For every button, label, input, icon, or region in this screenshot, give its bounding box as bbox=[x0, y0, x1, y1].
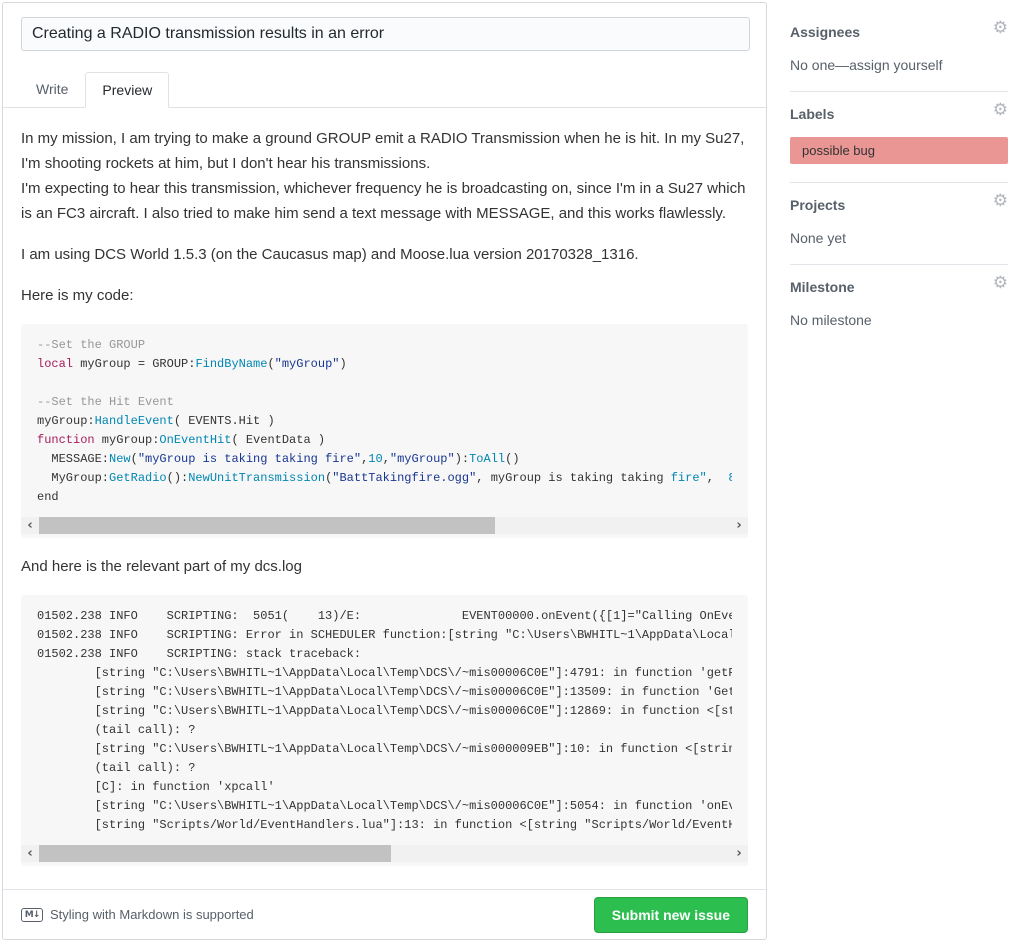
write-preview-tabs: Write Preview bbox=[3, 71, 766, 108]
body-paragraph-1: In my mission, I am trying to make a gro… bbox=[21, 126, 748, 226]
scroll-left-icon[interactable]: ‹ bbox=[21, 517, 39, 534]
scroll-right-icon[interactable]: › bbox=[730, 845, 748, 862]
scroll-left-icon[interactable]: ‹ bbox=[21, 845, 39, 862]
label-possible-bug[interactable]: possible bug bbox=[790, 137, 1008, 164]
tab-preview[interactable]: Preview bbox=[85, 72, 169, 108]
gear-icon[interactable]: ⚙ bbox=[993, 193, 1008, 210]
gear-icon[interactable]: ⚙ bbox=[993, 275, 1008, 292]
assignees-title: Assignees bbox=[790, 24, 1008, 40]
issue-sidebar: Assignees ⚙ No one—assign yourself Label… bbox=[790, 10, 1008, 346]
sidebar-section-assignees: Assignees ⚙ No one—assign yourself bbox=[790, 10, 1008, 92]
assignees-value[interactable]: No one—assign yourself bbox=[790, 57, 1008, 73]
log-block-content: 01502.238 INFO SCRIPTING: 5051( 13)/E: E… bbox=[37, 607, 732, 835]
body-paragraph-2: I am using DCS World 1.5.3 (on the Cauca… bbox=[21, 242, 748, 267]
milestone-title: Milestone bbox=[790, 279, 1008, 295]
submit-new-issue-button[interactable]: Submit new issue bbox=[594, 897, 748, 933]
log-scrollbar-track[interactable] bbox=[39, 845, 730, 862]
issue-title-input[interactable] bbox=[21, 17, 750, 51]
new-issue-card: Write Preview In my mission, I am trying… bbox=[2, 2, 767, 940]
scroll-right-icon[interactable]: › bbox=[730, 517, 748, 534]
projects-value: None yet bbox=[790, 230, 1008, 246]
log-scrollbar[interactable]: ‹ › bbox=[21, 845, 748, 862]
sidebar-section-labels: Labels ⚙ possible bug bbox=[790, 92, 1008, 183]
sidebar-section-milestone: Milestone ⚙ No milestone bbox=[790, 265, 1008, 346]
code-scrollbar[interactable]: ‹ › bbox=[21, 517, 748, 534]
body-paragraph-3: Here is my code: bbox=[21, 283, 748, 308]
gear-icon[interactable]: ⚙ bbox=[993, 102, 1008, 119]
tab-write[interactable]: Write bbox=[19, 71, 85, 107]
dcs-log-block: 01502.238 INFO SCRIPTING: 5051( 13)/E: E… bbox=[21, 595, 748, 866]
projects-title: Projects bbox=[790, 197, 1008, 213]
markdown-note[interactable]: M↓ Styling with Markdown is supported bbox=[21, 907, 254, 922]
preview-pane: In my mission, I am trying to make a gro… bbox=[3, 108, 766, 866]
labels-title: Labels bbox=[790, 106, 1008, 122]
log-scrollbar-thumb[interactable] bbox=[39, 845, 391, 862]
markdown-note-label: Styling with Markdown is supported bbox=[50, 907, 254, 922]
lua-code-block: --Set the GROUPlocal myGroup = GROUP:Fin… bbox=[21, 324, 748, 538]
markdown-icon: M↓ bbox=[21, 908, 43, 922]
code-scrollbar-track[interactable] bbox=[39, 517, 730, 534]
code-scrollbar-thumb[interactable] bbox=[39, 517, 495, 534]
milestone-value: No milestone bbox=[790, 312, 1008, 328]
body-paragraph-4: And here is the relevant part of my dcs.… bbox=[21, 554, 748, 579]
sidebar-section-projects: Projects ⚙ None yet bbox=[790, 183, 1008, 265]
compose-footer: M↓ Styling with Markdown is supported Su… bbox=[3, 889, 766, 939]
gear-icon[interactable]: ⚙ bbox=[993, 20, 1008, 37]
code-block-content: --Set the GROUPlocal myGroup = GROUP:Fin… bbox=[37, 336, 732, 507]
